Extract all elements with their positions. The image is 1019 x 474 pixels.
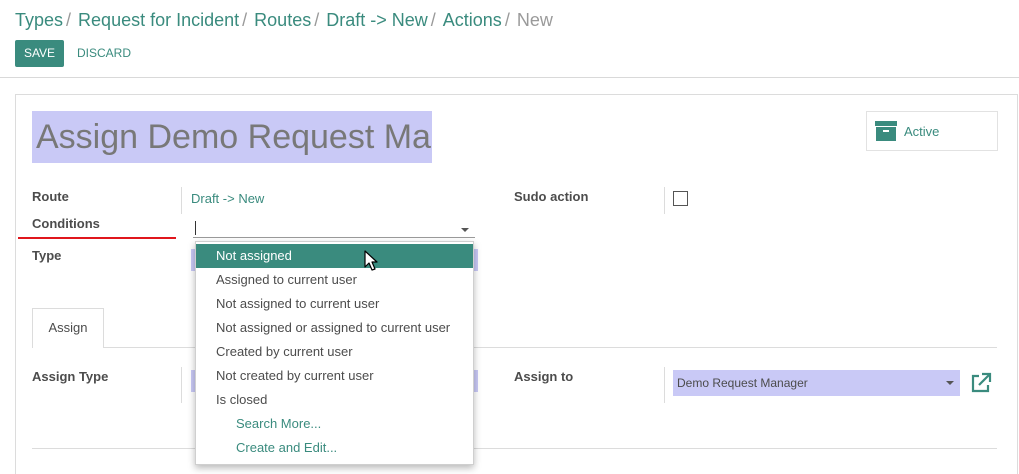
assign-to-label: Assign to: [514, 369, 574, 384]
route-link[interactable]: Draft -> New: [191, 191, 264, 206]
dropdown-option-not-assigned-or-assigned-to-current-user[interactable]: Not assigned or assigned to current user: [196, 316, 473, 340]
breadcrumb-separator: /: [504, 10, 510, 30]
breadcrumb-current: New: [516, 10, 553, 30]
dropdown-option-not-created-by-current-user[interactable]: Not created by current user: [196, 364, 473, 388]
breadcrumb-draft-new[interactable]: Draft -> New: [326, 10, 428, 30]
assign-to-value: Demo Request Manager: [677, 376, 808, 390]
conditions-label: Conditions: [32, 216, 100, 231]
external-link-icon[interactable]: [970, 372, 992, 394]
dropdown-arrow-icon[interactable]: [461, 228, 469, 232]
field-divider: [664, 187, 665, 214]
field-divider: [664, 367, 665, 403]
sudo-action-checkbox[interactable]: [673, 191, 688, 206]
mouse-cursor-icon: [364, 250, 378, 271]
route-label: Route: [32, 189, 69, 204]
discard-button[interactable]: DISCARD: [77, 46, 131, 60]
sudo-action-label: Sudo action: [514, 189, 589, 204]
assign-to-select[interactable]: Demo Request Manager: [673, 370, 960, 396]
breadcrumb-separator: /: [314, 10, 320, 30]
action-name-input[interactable]: Assign Demo Request Manager: [32, 111, 432, 163]
control-panel-divider: [0, 77, 1019, 78]
dropdown-option-is-closed[interactable]: Is closed: [196, 388, 473, 412]
dropdown-option-created-by-current-user[interactable]: Created by current user: [196, 340, 473, 364]
field-divider: [181, 187, 182, 214]
active-label: Active: [904, 124, 940, 139]
type-label: Type: [32, 248, 62, 263]
dropdown-option-assigned-to-current-user[interactable]: Assigned to current user: [196, 268, 473, 292]
breadcrumb-request-for-incident[interactable]: Request for Incident: [78, 10, 239, 30]
breadcrumb-separator: /: [66, 10, 72, 30]
dropdown-option-not-assigned-to-current-user[interactable]: Not assigned to current user: [196, 292, 473, 316]
field-divider: [181, 367, 182, 403]
save-button[interactable]: SAVE: [15, 40, 64, 67]
conditions-input[interactable]: [193, 216, 475, 238]
breadcrumb-separator: /: [242, 10, 248, 30]
dropdown-option-not-assigned[interactable]: Not assigned: [196, 244, 473, 268]
create-and-edit-link[interactable]: Create and Edit...: [196, 436, 473, 460]
conditions-highlight-underline: [18, 237, 176, 239]
conditions-dropdown-menu: Not assigned Assigned to current user No…: [195, 241, 474, 465]
assign-type-label: Assign Type: [32, 369, 109, 384]
text-caret: [195, 221, 196, 235]
active-toggle-button[interactable]: Active: [866, 111, 998, 151]
tab-assign[interactable]: Assign: [32, 308, 104, 348]
archive-icon: [875, 121, 897, 141]
tab-content-bottom-rule: [32, 448, 997, 449]
breadcrumb-separator: /: [430, 10, 436, 30]
breadcrumb-routes[interactable]: Routes: [254, 10, 311, 30]
search-more-link[interactable]: Search More...: [196, 412, 473, 436]
dropdown-arrow-icon[interactable]: [946, 381, 954, 385]
breadcrumb: Types / Request for Incident / Routes / Draft …: [15, 10, 553, 31]
breadcrumb-types[interactable]: Types: [15, 10, 63, 30]
breadcrumb-actions[interactable]: Actions: [443, 10, 502, 30]
